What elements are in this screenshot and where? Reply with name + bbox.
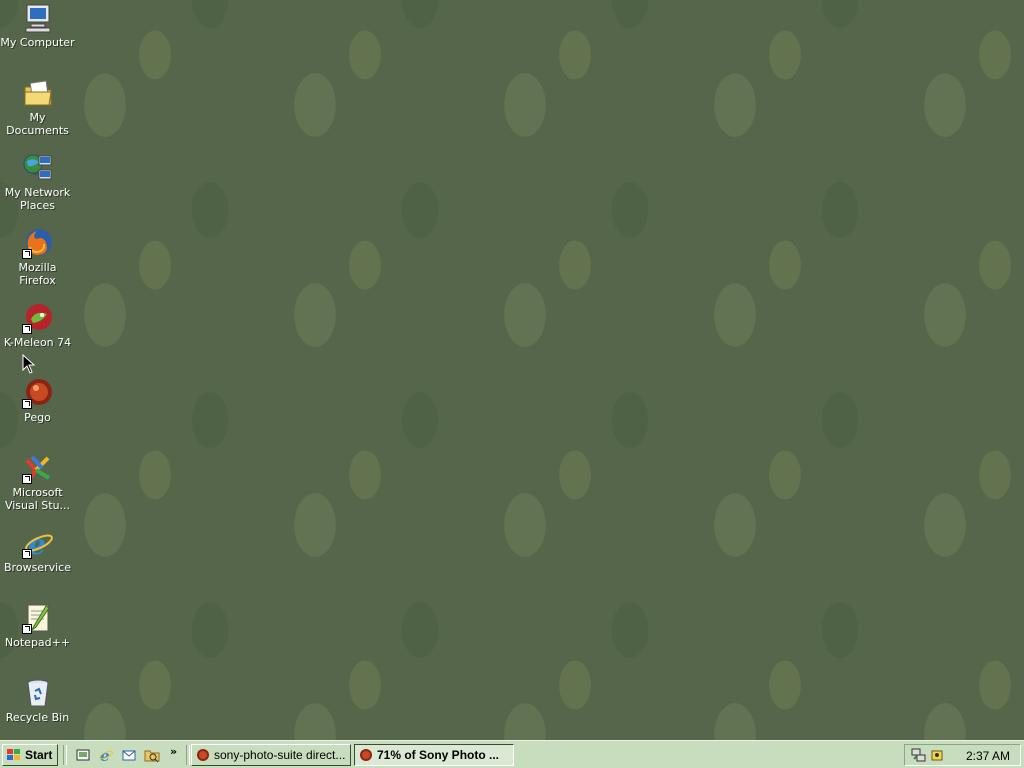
computer-icon [22, 2, 54, 34]
start-label: Start [25, 748, 53, 762]
shortcut-arrow-icon [21, 624, 32, 634]
firefox-icon [21, 227, 54, 259]
start-button[interactable]: Start [2, 744, 58, 766]
shortcut-arrow-icon [21, 474, 32, 484]
outlook-express-icon[interactable] [121, 747, 137, 763]
taskbar-task-download-progress[interactable]: 71% of Sony Photo ... [354, 744, 514, 766]
icon-label: Recycle Bin [5, 711, 70, 724]
quick-launch-more-button[interactable]: » [170, 745, 177, 758]
icon-label: My Documents [6, 111, 69, 137]
download-icon [360, 749, 372, 761]
desktop-icon-pego[interactable]: Pego [0, 377, 75, 424]
windows-flag-icon [7, 749, 20, 760]
system-tray: 2:37 AM [904, 744, 1021, 766]
icon-label-line2: Visual Stu... [4, 499, 71, 512]
explorer-icon[interactable] [144, 747, 160, 763]
shortcut-arrow-icon [21, 324, 32, 334]
icon-label: Mozilla Firefox [18, 261, 57, 287]
shortcut-arrow-icon [21, 399, 32, 409]
shortcut-arrow-icon [21, 249, 32, 259]
desktop[interactable]: My Computer My Documents My Network Plac… [0, 0, 1024, 740]
network-places-icon [22, 152, 54, 184]
task-label: 71% of Sony Photo ... [377, 748, 500, 762]
k-meleon-icon [21, 302, 54, 334]
taskbar-separator [186, 745, 190, 765]
show-desktop-icon[interactable] [75, 747, 91, 763]
taskbar-separator [63, 745, 67, 765]
folder-documents-icon [22, 77, 54, 109]
icon-label: Pego [24, 411, 51, 424]
icon-label: Notepad++ [4, 636, 71, 649]
icon-label: Browservice [4, 561, 71, 574]
icon-label-line2: Places [20, 199, 55, 212]
desktop-icon-visual-studio[interactable]: Microsoft Visual Stu... [0, 452, 75, 512]
icon-label: K-Meleon 74 [3, 336, 72, 349]
visual-studio-icon [21, 452, 54, 484]
desktop-icon-mozilla-firefox[interactable]: Mozilla Firefox [0, 227, 75, 287]
taskbar-task-sony-photo-suite[interactable]: sony-photo-suite direct... [191, 744, 351, 766]
desktop-icon-notepad-plus-plus[interactable]: Notepad++ [0, 602, 75, 649]
mouse-cursor-icon [22, 354, 36, 374]
desktop-icon-browservice[interactable]: e Browservice [0, 527, 75, 574]
taskbar: Start e » sony-photo-suite direct... 71%… [0, 740, 1024, 768]
firefox-icon [197, 749, 209, 761]
security-icon[interactable] [929, 747, 945, 763]
desktop-icon-recycle-bin[interactable]: Recycle Bin [0, 677, 75, 724]
desktop-icon-my-documents[interactable]: My Documents [0, 77, 75, 137]
desktop-icon-my-computer[interactable]: My Computer [0, 2, 75, 49]
desktop-icon-my-network-places[interactable]: My Network Places [0, 152, 75, 212]
shortcut-arrow-icon [21, 549, 32, 559]
icon-label: Microsoft [12, 486, 63, 499]
notepad-plus-plus-icon [21, 602, 54, 634]
recycle-bin-icon [22, 677, 54, 709]
pego-icon [21, 377, 54, 409]
desktop-icon-k-meleon[interactable]: K-Meleon 74 [0, 302, 75, 349]
clock[interactable]: 2:37 AM [966, 749, 1010, 763]
task-label: sony-photo-suite direct... [214, 748, 346, 762]
internet-explorer-icon: e [21, 527, 54, 561]
internet-explorer-icon[interactable]: e [98, 747, 114, 763]
icon-label: My Network [4, 186, 71, 199]
network-icon[interactable] [911, 747, 927, 763]
icon-label: My Computer [0, 36, 75, 49]
